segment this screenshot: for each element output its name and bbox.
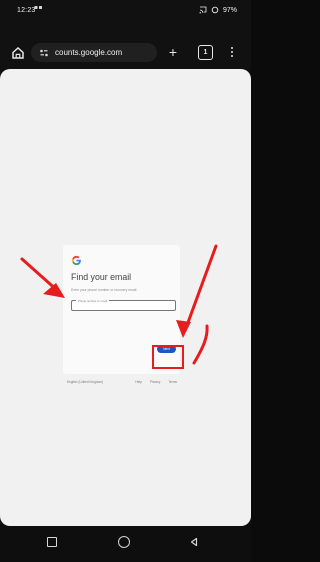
url-text: counts.google.com bbox=[55, 48, 123, 57]
status-time: 12:23 bbox=[17, 7, 36, 14]
sync-icon bbox=[211, 6, 219, 14]
page-title: Find your email bbox=[71, 272, 132, 282]
footer-link-privacy[interactable]: Privacy bbox=[150, 380, 160, 384]
address-bar[interactable]: counts.google.com bbox=[31, 43, 157, 62]
annotation-highlight-box bbox=[152, 345, 184, 369]
circle-icon bbox=[118, 536, 130, 548]
phone-screen: 12:23 97% counts.google.com + 1 Find you… bbox=[0, 0, 251, 562]
more-menu-button[interactable] bbox=[227, 44, 237, 60]
email-field[interactable]: Phone number or email bbox=[71, 299, 176, 311]
footer-link-terms[interactable]: Terms bbox=[168, 380, 177, 384]
browser-toolbar: counts.google.com + 1 bbox=[0, 36, 251, 69]
back-button[interactable] bbox=[187, 535, 201, 549]
home-nav-button[interactable] bbox=[117, 535, 131, 549]
recents-button[interactable] bbox=[45, 535, 59, 549]
site-info-button[interactable] bbox=[38, 47, 50, 59]
more-vert-icon bbox=[231, 47, 233, 57]
new-tab-button[interactable]: + bbox=[165, 44, 181, 60]
cast-icon bbox=[199, 6, 207, 14]
plus-icon: + bbox=[168, 44, 178, 60]
email-field-label: Phone number or email bbox=[76, 299, 110, 303]
tab-switcher-button[interactable]: 1 bbox=[198, 45, 213, 60]
footer-link-help[interactable]: Help bbox=[135, 380, 142, 384]
status-notification-icons bbox=[34, 5, 46, 13]
battery-level: 97% bbox=[222, 6, 237, 14]
home-button[interactable] bbox=[10, 45, 26, 61]
square-icon bbox=[47, 537, 57, 547]
system-navigation-bar bbox=[0, 526, 251, 562]
site-info-icon bbox=[40, 49, 48, 57]
notification-icon bbox=[34, 6, 42, 9]
language-selector[interactable]: English (United Kingdom) bbox=[67, 380, 103, 384]
page-footer: English (United Kingdom) Help Privacy Te… bbox=[64, 380, 181, 386]
home-icon bbox=[12, 46, 24, 59]
web-content-area: Find your email Enter your phone number … bbox=[0, 69, 251, 526]
status-bar: 12:23 97% bbox=[0, 0, 251, 36]
triangle-back-icon bbox=[190, 537, 198, 547]
footer-links: Help Privacy Terms bbox=[135, 380, 177, 384]
page-subtitle: Enter your phone number or recovery emai… bbox=[71, 288, 137, 292]
google-logo bbox=[71, 255, 81, 266]
status-system-indicators: 97% bbox=[199, 6, 237, 14]
